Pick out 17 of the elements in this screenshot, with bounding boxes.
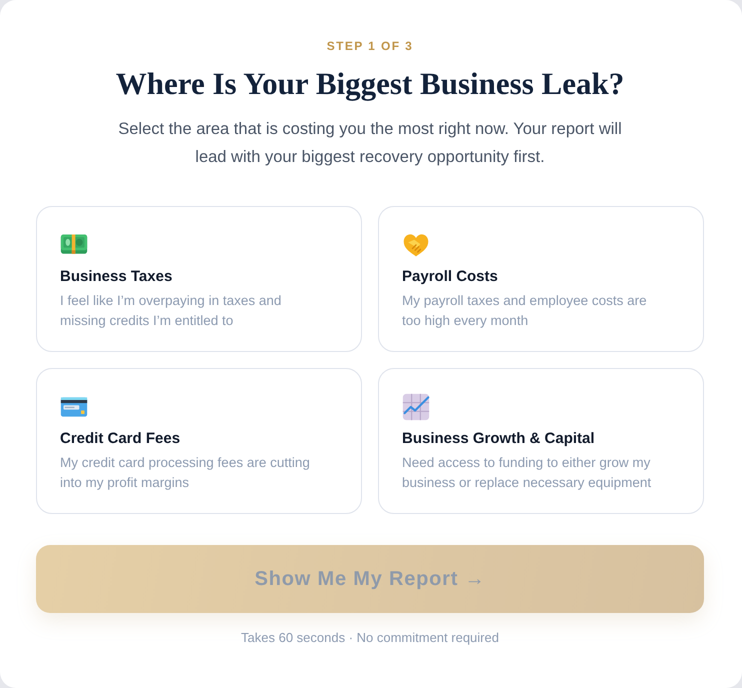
option-title: Credit Card Fees <box>60 429 180 449</box>
option-description: Need access to funding to either grow my business or replace necessary equipment <box>402 454 652 492</box>
option-card[interactable]: Business Taxes I feel like I’m overpaying in taxes and missing credits I’m entitled to <box>36 206 362 352</box>
footnote-text: Takes 60 seconds · No commitment required <box>241 629 499 647</box>
step-label: STEP 1 OF 3 <box>326 38 414 54</box>
page-title: Where Is Your Biggest Business Leak? <box>116 66 624 102</box>
option-title: Business Taxes <box>60 267 172 287</box>
line-chart-icon <box>402 393 430 421</box>
option-card[interactable]: Credit Card Fees My credit card processing fees are cutting into my profit margins <box>36 368 362 514</box>
option-card[interactable]: Business Growth & Capital Need access to funding to either grow my business or replace necessary equipment <box>378 368 704 514</box>
option-description: I feel like I’m overpaying in taxes and missing credits I’m entitled to <box>60 292 282 330</box>
option-description: My credit card processing fees are cutting into my profit margins <box>60 454 311 492</box>
option-card[interactable]: Payroll Costs My payroll taxes and employee costs are too high every month <box>378 206 704 352</box>
option-description: My payroll taxes and employee costs are too high every month <box>402 292 648 330</box>
option-title: Business Growth & Capital <box>402 429 595 449</box>
option-title: Payroll Costs <box>402 267 498 287</box>
subtitle-text: Select the area that is costing you the most right now. Your report will lead with your biggest recovery opportunity first. <box>117 119 623 168</box>
